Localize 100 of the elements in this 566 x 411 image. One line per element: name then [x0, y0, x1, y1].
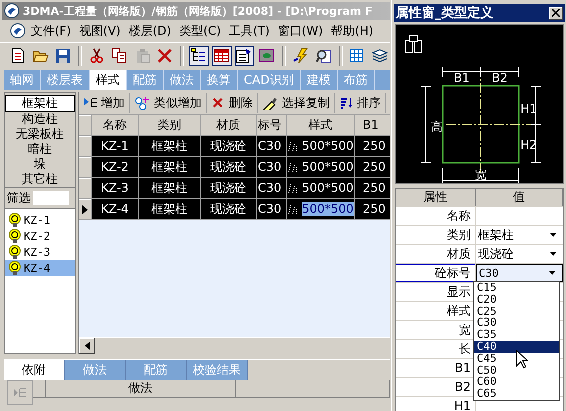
layers-icon[interactable]	[372, 48, 388, 64]
item-label: KZ-3	[24, 246, 50, 258]
delete-icon[interactable]	[157, 48, 174, 64]
table-cell[interactable]: 250	[355, 157, 390, 178]
dropdown-option[interactable]: C20	[474, 294, 559, 306]
tab[interactable]: 依附	[4, 360, 65, 380]
category-item[interactable]: 其它柱	[5, 172, 75, 187]
menu-item[interactable]: 类型(C)	[176, 22, 224, 40]
lightbulb-icon	[8, 261, 22, 275]
category-item[interactable]: 框架柱	[5, 95, 75, 112]
copy-icon[interactable]	[112, 48, 128, 64]
table-cell[interactable]: 现浇砼	[201, 157, 257, 178]
column-header[interactable]: 属性	[396, 189, 476, 206]
brush-icon	[262, 96, 278, 110]
menu-item[interactable]: 帮助(H)	[328, 22, 377, 40]
filter-field[interactable]	[33, 191, 69, 205]
current-row-arrow-icon	[81, 204, 89, 216]
sort-icon	[339, 96, 353, 110]
find-icon[interactable]	[316, 48, 332, 64]
section-style-icon	[287, 140, 300, 152]
column-header[interactable]: B1	[355, 115, 390, 136]
dropdown-option[interactable]: C45	[474, 352, 559, 365]
category-item[interactable]: 构造柱	[5, 112, 75, 127]
dropdown-option[interactable]: C35	[474, 329, 559, 341]
table-cell[interactable]: 250	[355, 178, 390, 199]
column-header[interactable]: 材质	[201, 115, 257, 136]
list-item[interactable]: KZ-4	[5, 260, 75, 276]
menu-item[interactable]: 窗口(W)	[274, 22, 326, 40]
dropdown-option[interactable]: C50	[474, 364, 559, 376]
table-cell[interactable]: KZ-2	[92, 157, 139, 178]
table-cell[interactable]: 250	[355, 199, 390, 220]
table-cell[interactable]: C30	[257, 157, 287, 178]
tab[interactable]: 样式	[90, 70, 127, 90]
table-cell[interactable]: 现浇砼	[201, 178, 257, 199]
property-value[interactable]: 框架柱	[476, 226, 563, 244]
dropdown-option[interactable]: C60	[474, 376, 559, 388]
table-cell[interactable]: KZ-1	[92, 136, 139, 157]
table-cell[interactable]: 框架柱	[139, 178, 201, 199]
column-header[interactable]: 做法	[46, 380, 236, 398]
filter-label: 筛选	[7, 190, 31, 206]
lightning-icon[interactable]	[292, 48, 309, 64]
row-header	[33, 380, 46, 398]
table-cell[interactable]: 500*500	[287, 178, 355, 199]
table-cell[interactable]: 500*500	[287, 136, 355, 157]
scroll-left-button[interactable]	[79, 338, 95, 354]
table-cell[interactable]: 现浇砼	[201, 136, 257, 157]
table-cell[interactable]: 现浇砼	[201, 199, 257, 220]
column-header[interactable]: 标号	[257, 115, 287, 136]
list-item[interactable]: KZ-3	[5, 244, 75, 260]
menu-item[interactable]: 楼层(D)	[126, 22, 174, 40]
dropdown-option[interactable]: C40	[474, 340, 559, 353]
similar-add-icon	[134, 96, 150, 110]
toolbar-button[interactable]: 选择复制	[258, 93, 335, 113]
toolbar-button[interactable]: 类似增加	[130, 93, 207, 113]
menu-item[interactable]: 视图(V)	[76, 22, 124, 40]
lightbulb-icon	[8, 229, 22, 243]
save-icon[interactable]	[55, 48, 72, 64]
dimension-label: 高	[431, 120, 443, 134]
close-button[interactable]	[549, 6, 563, 20]
category-item[interactable]: 暗柱	[5, 142, 75, 157]
dropdown-option[interactable]: C30	[474, 317, 559, 330]
menu-item[interactable]: 文件(F)	[28, 22, 74, 40]
dropdown-option[interactable]: C15	[474, 282, 559, 294]
monitor-icon[interactable]	[259, 48, 276, 64]
table-cell[interactable]: 框架柱	[139, 199, 201, 220]
table-cell[interactable]: C30	[257, 199, 287, 220]
table-cell[interactable]: 250	[355, 136, 390, 157]
table-cell[interactable]: C30	[257, 178, 287, 199]
dropdown-option[interactable]: C65	[474, 388, 559, 400]
table-cell[interactable]: 500*500	[287, 157, 355, 178]
menu-item[interactable]: 工具(T)	[226, 22, 273, 40]
mouse-pointer-icon	[516, 350, 528, 369]
column-header[interactable]: 值	[476, 189, 563, 206]
new-document-icon[interactable]	[10, 48, 26, 64]
toolbar-button[interactable]: 增加	[79, 93, 130, 113]
table-cell[interactable]: 框架柱	[139, 157, 201, 178]
row-header[interactable]	[79, 199, 92, 220]
dimension-label: H2	[520, 138, 538, 152]
section-style-icon	[287, 161, 300, 173]
item-label: KZ-2	[24, 230, 50, 242]
scissors-icon[interactable]	[89, 48, 106, 64]
table-cell[interactable]: 500*500	[287, 199, 355, 220]
category-item[interactable]: 垛	[5, 157, 75, 172]
add-icon	[83, 96, 97, 110]
column-header[interactable]: 样式	[287, 115, 355, 136]
table-cell[interactable]: 框架柱	[139, 136, 201, 157]
property-value[interactable]: 现浇砼	[476, 245, 563, 263]
column-header[interactable]: 类别	[139, 115, 201, 136]
toolbar-button[interactable]: 删除	[207, 93, 258, 113]
toolbar-button[interactable]: 排序	[335, 93, 386, 113]
list-item[interactable]: KZ-1	[5, 212, 75, 228]
table-cell[interactable]: KZ-4	[92, 199, 139, 220]
list-item[interactable]: KZ-2	[5, 228, 75, 244]
category-item[interactable]: 无梁板柱	[5, 127, 75, 142]
table-cell[interactable]: KZ-3	[92, 178, 139, 199]
dropdown-field[interactable]: C30	[476, 264, 563, 282]
dropdown-option[interactable]: C25	[474, 306, 559, 318]
column-header[interactable]: 名称	[92, 115, 139, 136]
table-cell[interactable]: C30	[257, 136, 287, 157]
grid-icon[interactable]	[349, 48, 366, 64]
